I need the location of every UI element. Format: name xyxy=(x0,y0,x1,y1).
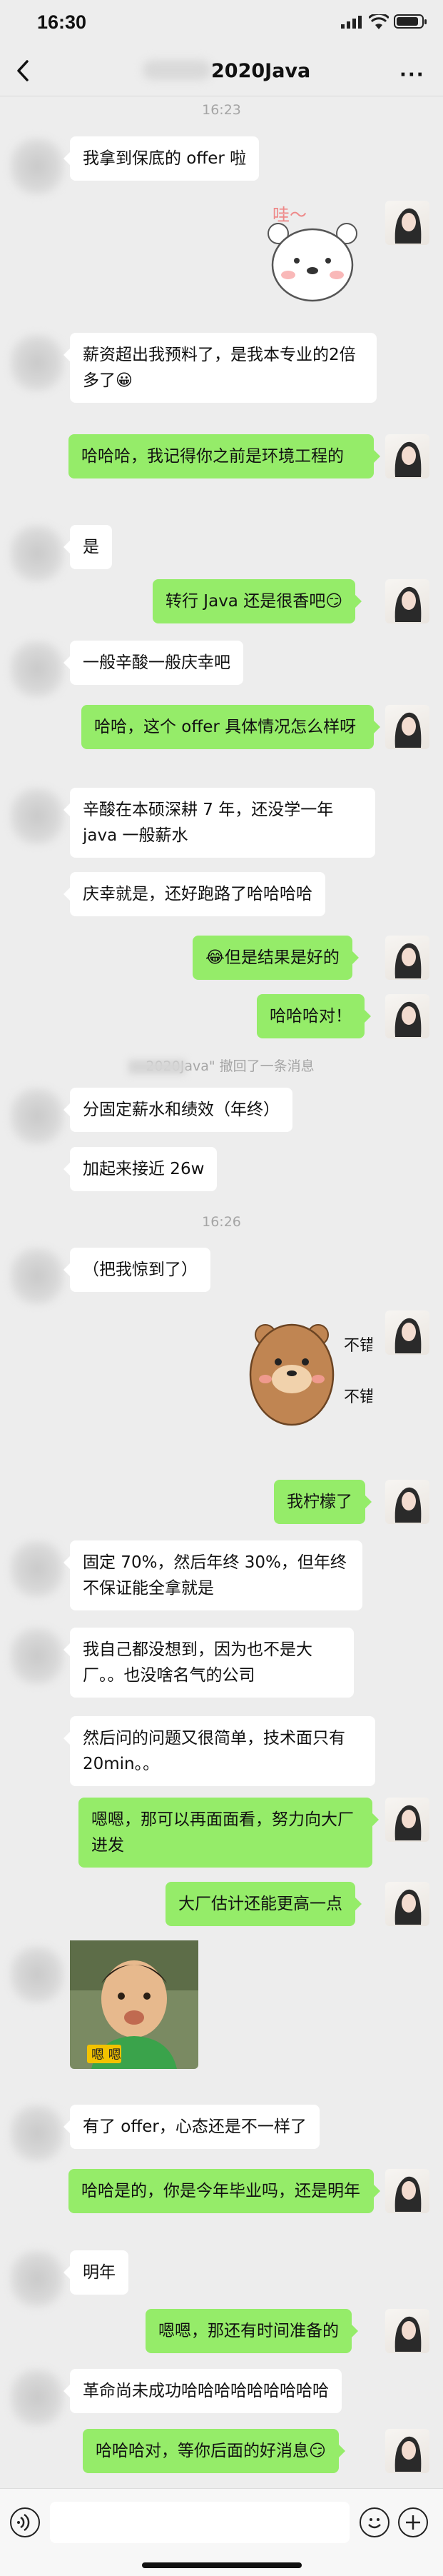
chevron-left-icon[interactable] xyxy=(13,59,34,83)
message-bubble[interactable]: 有了 offer，心态还是不一样了 xyxy=(63,2105,320,2149)
avatar[interactable] xyxy=(10,788,64,845)
chat-title: 2020Java xyxy=(211,60,311,82)
plus-icon[interactable] xyxy=(398,2507,428,2537)
voice-icon[interactable] xyxy=(10,2507,40,2537)
emoji-icon[interactable] xyxy=(360,2507,389,2537)
message-bubble[interactable]: 我柠檬了 xyxy=(274,1480,372,1524)
avatar[interactable] xyxy=(385,1310,429,1355)
more-dots-icon[interactable]: ··· xyxy=(399,64,425,86)
avatar[interactable] xyxy=(10,2369,64,2426)
avatar[interactable] xyxy=(385,1480,429,1524)
child-photo-sticker[interactable]: 嗯 嗯 xyxy=(70,1940,198,2072)
message-bubble[interactable]: 哈哈，这个 offer 具体情况怎么样呀 xyxy=(81,705,380,749)
bear-sticker[interactable]: 哇～ xyxy=(258,196,365,306)
chat-header: 2020Java ··· xyxy=(0,46,443,96)
message-bubble[interactable]: 加起来接近 26w xyxy=(63,1147,218,1191)
message-bubble[interactable]: 转行 Java 还是很香吧😏 xyxy=(153,579,362,623)
avatar[interactable] xyxy=(385,1798,429,1842)
avatar[interactable] xyxy=(385,434,429,478)
avatar[interactable] xyxy=(385,2169,429,2213)
message-bubble[interactable]: 分固定薪水和绩效（年终） xyxy=(63,1088,292,1132)
status-time: 16:30 xyxy=(37,11,87,33)
message-bubble[interactable]: 哈哈哈对，等你后面的好消息😏 xyxy=(83,2429,345,2473)
avatar[interactable] xyxy=(385,1882,429,1926)
sticker-caption: 不错 xyxy=(344,1337,372,1355)
avatar[interactable] xyxy=(10,1088,64,1145)
message-bubble[interactable]: 哈哈哈对！ xyxy=(257,994,371,1038)
message-bubble[interactable]: 庆幸就是，还好跑路了哈哈哈哈 xyxy=(63,872,325,916)
chat-area[interactable]: 16:23 我拿到保底的 offer 啦 哇～ 薪资超出我预料了，是我本专业的2… xyxy=(0,96,443,2488)
message-bubble[interactable]: 我自己都没想到，因为也不是大厂。。也没啥名气的公司 xyxy=(63,1628,354,1698)
message-bubble[interactable]: 😂但是结果是好的 xyxy=(193,936,359,980)
recall-notice: 2020Java" 撤回了一条消息 xyxy=(0,1056,443,1075)
avatar[interactable] xyxy=(385,936,429,980)
message-bubble[interactable]: 固定 70%，然后年终 30%，但年终不保证能全拿就是 xyxy=(63,1540,362,1610)
message-bubble[interactable]: 薪资超出我预料了，是我本专业的2倍多了😀 xyxy=(63,333,377,403)
avatar[interactable] xyxy=(385,705,429,749)
avatar[interactable] xyxy=(10,525,64,582)
avatar[interactable] xyxy=(10,138,64,195)
sticker-caption: 不错 xyxy=(344,1388,372,1406)
message-bubble[interactable]: 哈哈哈，我记得你之前是环境工程的 xyxy=(68,434,380,478)
avatar[interactable] xyxy=(385,201,429,245)
avatar[interactable] xyxy=(385,994,429,1038)
sticker-caption: 嗯 嗯 xyxy=(91,2048,121,2063)
avatar[interactable] xyxy=(385,2429,429,2473)
timestamp: 16:26 xyxy=(202,1214,241,1230)
timestamp: 16:23 xyxy=(202,102,241,118)
sticker-caption: 哇～ xyxy=(273,205,307,225)
message-bubble[interactable]: 是 xyxy=(63,525,112,569)
message-bubble[interactable]: 革命尚未成功哈哈哈哈哈哈哈哈哈 xyxy=(63,2369,342,2413)
avatar[interactable] xyxy=(385,2309,429,2353)
avatar[interactable] xyxy=(10,1540,64,1598)
message-bubble[interactable]: 我拿到保底的 offer 啦 xyxy=(63,136,260,181)
avatar[interactable] xyxy=(10,1946,64,2003)
message-bubble[interactable]: 嗯嗯，那还有时间准备的 xyxy=(146,2309,358,2353)
message-bubble[interactable]: 嗯嗯，那可以再面面看，努力向大厂进发 xyxy=(78,1798,379,1868)
wifi-icon xyxy=(369,14,389,29)
avatar[interactable] xyxy=(10,334,64,391)
blurred-name xyxy=(128,1059,186,1074)
blurred-name xyxy=(143,60,211,80)
message-bubble[interactable]: 哈哈是的，你是今年毕业吗，还是明年 xyxy=(68,2169,380,2213)
avatar[interactable] xyxy=(10,1628,64,1685)
message-bubble[interactable]: 一般辛酸一般庆幸吧 xyxy=(63,641,243,685)
status-bar: 16:30 xyxy=(0,0,443,46)
battery-icon xyxy=(394,14,427,29)
avatar[interactable] xyxy=(385,579,429,623)
message-bubble[interactable]: （把我惊到了） xyxy=(63,1248,210,1292)
brown-bear-sticker[interactable]: 不错 不错 xyxy=(244,1310,375,1435)
message-bubble[interactable]: 大厂估计还能更高一点 xyxy=(166,1882,362,1926)
avatar[interactable] xyxy=(10,2105,64,2162)
avatar[interactable] xyxy=(10,641,64,698)
message-input[interactable] xyxy=(50,2502,350,2543)
message-bubble[interactable]: 然后问的问题又很简单，技术面只有 20min。。 xyxy=(63,1716,375,1786)
message-bubble[interactable]: 辛酸在本硕深耕 7 年，还没学一年 java 一般薪水 xyxy=(63,788,375,858)
home-indicator xyxy=(142,2562,302,2568)
avatar[interactable] xyxy=(10,1248,64,1305)
signal-icon xyxy=(341,16,362,29)
message-bubble[interactable]: 明年 xyxy=(63,2250,128,2295)
avatar[interactable] xyxy=(10,2250,64,2307)
